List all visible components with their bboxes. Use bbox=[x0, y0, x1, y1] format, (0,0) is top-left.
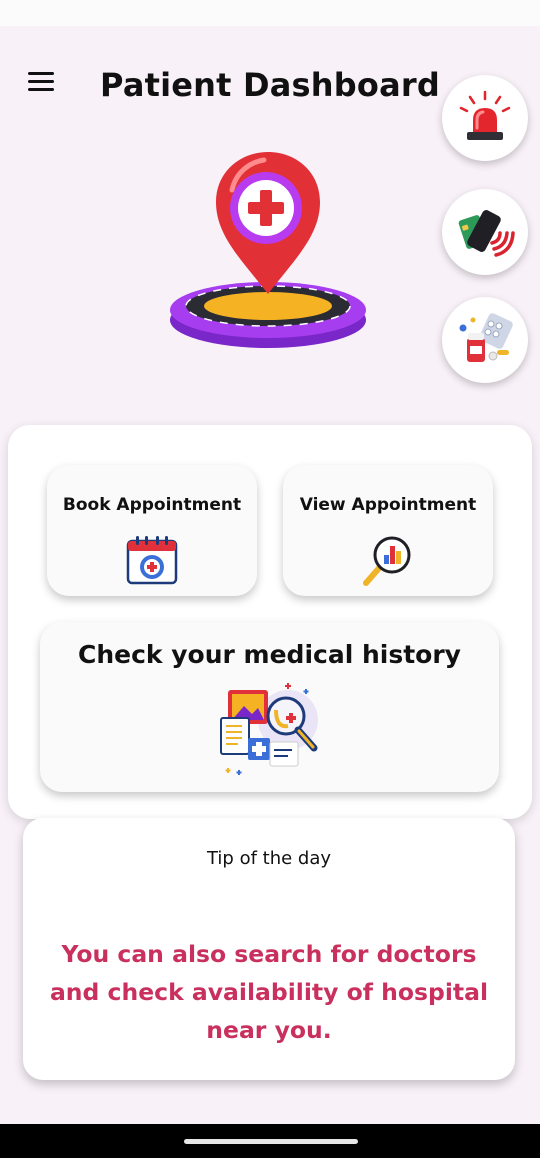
medical-history-button[interactable]: Check your medical history bbox=[40, 622, 499, 792]
contactless-payment-button[interactable] bbox=[442, 189, 528, 275]
hero-illustration bbox=[130, 140, 400, 360]
hamburger-menu-icon[interactable] bbox=[28, 72, 58, 94]
tip-of-the-day-card: Tip of the day You can also search for d… bbox=[23, 818, 515, 1080]
book-appointment-button[interactable]: Book Appointment bbox=[47, 465, 257, 596]
system-navigation-bar bbox=[0, 1124, 540, 1158]
view-appointment-label: View Appointment bbox=[299, 495, 477, 515]
view-appointment-button[interactable]: View Appointment bbox=[283, 465, 493, 596]
book-appointment-label: Book Appointment bbox=[62, 495, 242, 515]
medicines-icon bbox=[459, 313, 513, 362]
page-title: Patient Dashboard bbox=[100, 66, 440, 104]
emergency-siren-button[interactable] bbox=[442, 75, 528, 161]
tip-title: Tip of the day bbox=[206, 848, 332, 869]
medical-records-search-icon bbox=[219, 683, 318, 775]
home-indicator[interactable] bbox=[184, 1139, 358, 1144]
medicines-button[interactable] bbox=[442, 297, 528, 383]
emergency-siren-icon bbox=[459, 90, 511, 140]
magnifier-chart-icon bbox=[363, 536, 411, 586]
status-bar bbox=[0, 0, 540, 26]
calendar-medical-icon bbox=[126, 536, 178, 585]
hospital-location-pin-icon bbox=[170, 152, 366, 348]
medical-history-label: Check your medical history bbox=[78, 640, 461, 669]
tip-text: You can also search for doctors and chec… bbox=[49, 940, 489, 1044]
contactless-payment-icon bbox=[458, 210, 515, 257]
